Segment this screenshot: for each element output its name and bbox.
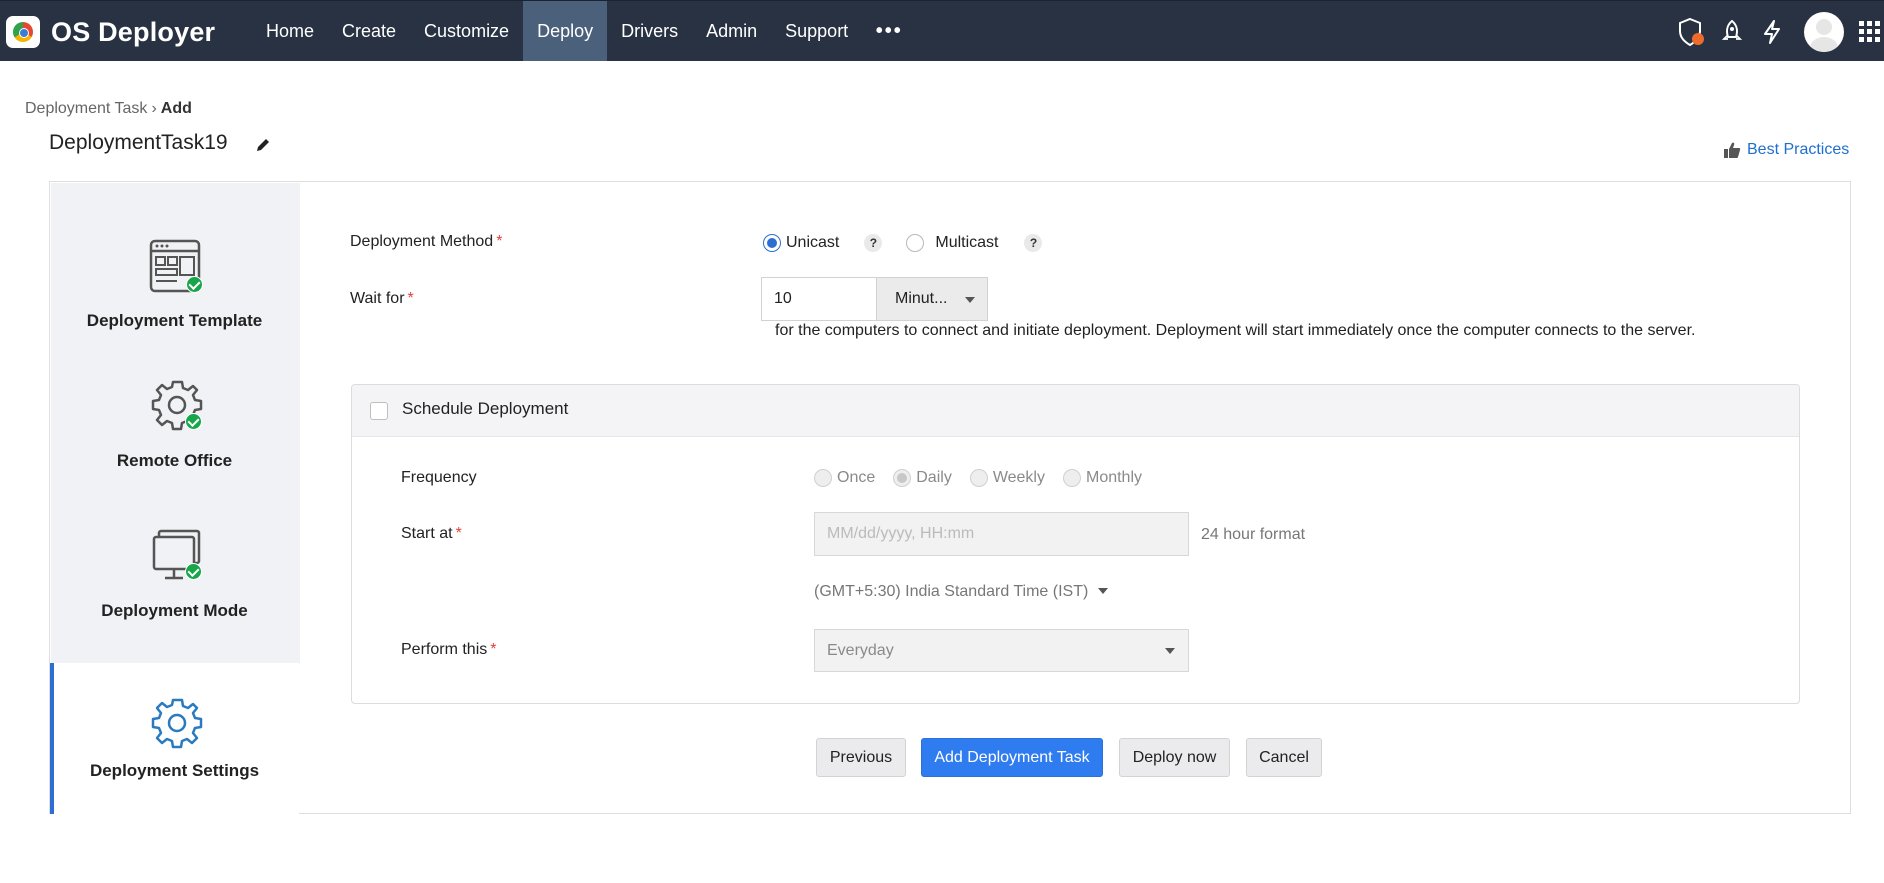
wait-unit-select[interactable]: Minut...	[876, 277, 988, 321]
cancel-button[interactable]: Cancel	[1246, 738, 1322, 777]
step-label: Deployment Settings	[89, 761, 260, 780]
frequency-radios: Once Daily Weekly Monthly	[814, 469, 1142, 487]
breadcrumb-current: Add	[160, 100, 192, 117]
chevron-right-icon: ›	[151, 100, 157, 117]
caret-down-icon	[1098, 588, 1109, 594]
deployment-method-label: Deployment Method *	[350, 233, 503, 250]
nav-item-support[interactable]: Support	[771, 1, 862, 61]
start-at-input[interactable]: MM/dd/yyyy, HH:mm	[814, 512, 1189, 556]
shield-alert-icon[interactable]	[1672, 12, 1712, 52]
nav-item-create[interactable]: Create	[328, 1, 410, 61]
multicast-radio[interactable]	[906, 234, 925, 252]
breadcrumb: Deployment Task › Add	[25, 100, 192, 118]
nav-item-home[interactable]: Home	[252, 1, 328, 61]
nav-more-menu[interactable]: •••	[862, 1, 916, 61]
weekly-label[interactable]: Weekly	[993, 469, 1045, 487]
step-label: Deployment Template	[86, 311, 263, 330]
brand[interactable]: OS Deployer	[6, 15, 215, 49]
pencil-edit-icon[interactable]	[254, 136, 272, 154]
required-asterisk: *	[490, 641, 497, 658]
previous-button[interactable]: Previous	[816, 738, 906, 777]
app-grid-icon[interactable]	[1856, 12, 1884, 52]
os-deployer-logo-icon	[6, 16, 40, 48]
perform-this-label: Perform this *	[401, 641, 497, 658]
top-navbar: OS Deployer Home Create Customize Deploy…	[0, 0, 1884, 61]
thumbs-up-icon	[1724, 142, 1741, 158]
step-label: Remote Office	[116, 451, 233, 470]
multicast-label[interactable]: Multicast	[935, 234, 998, 252]
timezone-value: (GMT+5:30) India Standard Time (IST)	[814, 583, 1089, 600]
deployment-method-radios: Unicast ? Multicast ?	[763, 234, 1043, 252]
add-deployment-task-button[interactable]: Add Deployment Task	[921, 738, 1103, 777]
template-icon	[149, 239, 203, 295]
completed-check-icon	[185, 563, 202, 580]
schedule-deployment-checkbox[interactable]	[370, 402, 388, 420]
unicast-label[interactable]: Unicast	[786, 234, 839, 252]
help-icon[interactable]: ?	[1024, 234, 1043, 252]
completed-check-icon	[185, 413, 202, 430]
best-practices-link[interactable]: Best Practices	[1723, 141, 1849, 159]
once-label[interactable]: Once	[837, 469, 875, 487]
monthly-label[interactable]: Monthly	[1086, 469, 1142, 487]
completed-check-icon	[186, 276, 203, 293]
frequency-label: Frequency	[401, 469, 477, 486]
breadcrumb-parent[interactable]: Deployment Task	[25, 100, 147, 118]
lightning-icon[interactable]	[1752, 12, 1792, 52]
caret-down-icon	[1165, 648, 1175, 654]
top-right-tools	[1672, 1, 1884, 62]
perform-this-select[interactable]: Everyday	[814, 629, 1189, 672]
nav-item-admin[interactable]: Admin	[692, 1, 771, 61]
start-at-placeholder: MM/dd/yyyy, HH:mm	[827, 525, 975, 542]
page-title: DeploymentTask19	[49, 131, 228, 154]
help-icon[interactable]: ?	[864, 234, 883, 252]
nav-item-customize[interactable]: Customize	[410, 1, 523, 61]
gear-icon	[150, 378, 206, 434]
unicast-radio[interactable]	[763, 234, 781, 252]
user-avatar[interactable]	[1804, 11, 1844, 52]
start-at-label: Start at *	[401, 525, 462, 542]
schedule-deployment-label[interactable]: Schedule Deployment	[402, 399, 568, 419]
step-remote-office[interactable]: Remote Office	[50, 333, 299, 483]
app-name: OS Deployer	[51, 16, 216, 47]
rocket-icon[interactable]	[1712, 12, 1752, 52]
gear-icon	[150, 696, 206, 752]
main-nav: Home Create Customize Deploy Drivers Adm…	[252, 1, 916, 62]
once-radio[interactable]	[814, 469, 832, 487]
nav-item-drivers[interactable]: Drivers	[607, 1, 692, 61]
timezone-select[interactable]: (GMT+5:30) India Standard Time (IST)	[814, 583, 1109, 601]
nav-item-deploy[interactable]: Deploy	[523, 1, 608, 61]
daily-label[interactable]: Daily	[916, 469, 952, 487]
monthly-radio[interactable]	[1062, 469, 1081, 487]
monitor-icon	[151, 529, 207, 585]
required-asterisk: *	[496, 233, 503, 250]
step-deployment-template[interactable]: Deployment Template	[50, 183, 299, 333]
hour-format-note: 24 hour format	[1201, 526, 1306, 543]
caret-down-icon	[965, 297, 975, 303]
wait-for-help-text: for the computers to connect and initiat…	[775, 322, 1696, 339]
deploy-now-button[interactable]: Deploy now	[1119, 738, 1230, 777]
step-deployment-mode[interactable]: Deployment Mode	[50, 483, 299, 633]
wait-unit-value: Minut...	[895, 290, 948, 307]
daily-radio[interactable]	[893, 469, 912, 487]
perform-this-value: Everyday	[827, 641, 894, 659]
required-asterisk: *	[407, 290, 414, 307]
best-practices-label: Best Practices	[1747, 141, 1850, 158]
step-label: Deployment Mode	[101, 601, 248, 620]
wait-for-input[interactable]	[761, 277, 876, 321]
weekly-radio[interactable]	[969, 469, 988, 487]
schedule-header: Schedule Deployment	[352, 385, 1799, 437]
step-deployment-settings[interactable]: Deployment Settings	[50, 663, 299, 814]
wait-for-label: Wait for *	[350, 290, 414, 307]
required-asterisk: *	[455, 525, 462, 542]
